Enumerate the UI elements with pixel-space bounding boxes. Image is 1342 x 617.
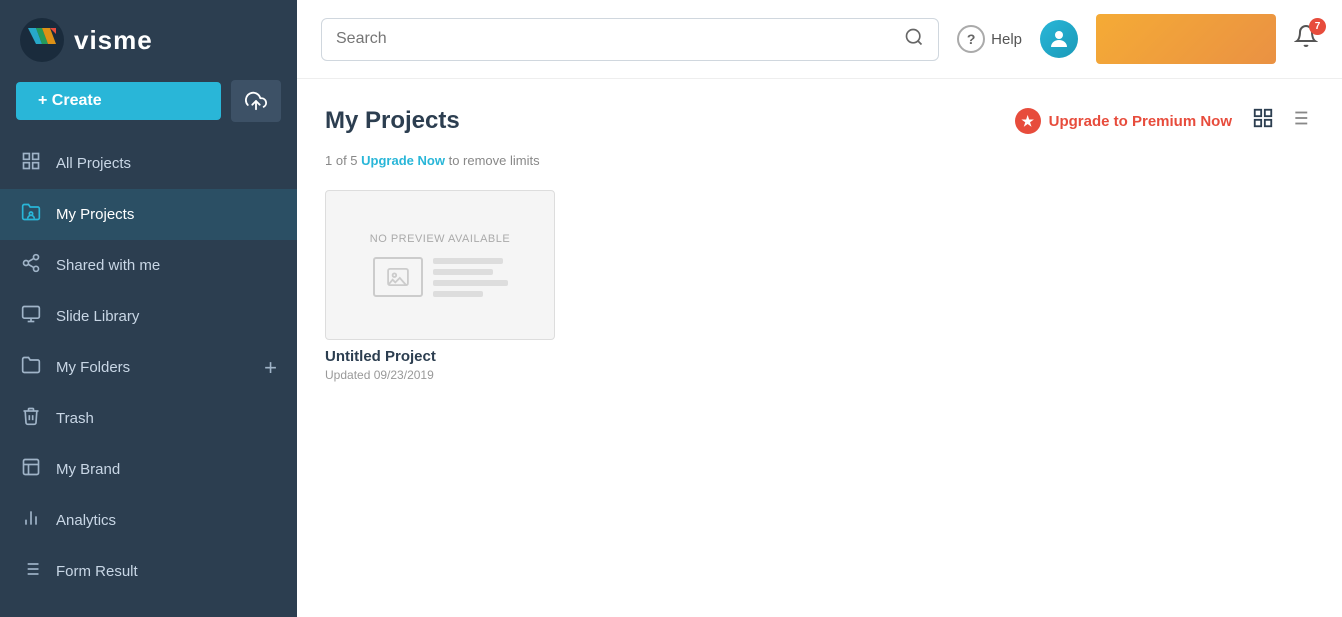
text-line <box>433 269 493 275</box>
trash-icon <box>20 406 42 431</box>
sidebar-item-my-folders[interactable]: My Folders + <box>0 342 297 393</box>
main-content: ? Help 7 My Projects ★ Upgrade to Premiu… <box>297 0 1342 617</box>
avatar[interactable] <box>1040 20 1078 58</box>
form-icon <box>20 559 42 584</box>
limit-text: 1 of 5 <box>325 153 358 168</box>
folder-icon <box>20 355 42 380</box>
header-right: ★ Upgrade to Premium Now <box>1015 103 1314 139</box>
sidebar-item-label: Form Result <box>56 563 138 580</box>
text-line <box>433 258 503 264</box>
avatar-icon <box>1047 27 1071 51</box>
sidebar-item-slide-library[interactable]: Slide Library <box>0 291 297 342</box>
sidebar: visme + Create All Projects My Projects <box>0 0 297 617</box>
sidebar-item-my-brand[interactable]: My Brand <box>0 444 297 495</box>
limit-suffix: to remove limits <box>449 153 540 168</box>
sidebar-item-label: My Projects <box>56 206 134 223</box>
upgrade-star-icon: ★ <box>1015 108 1041 134</box>
project-name: Untitled Project <box>325 348 555 365</box>
sidebar-item-shared-with-me[interactable]: Shared with me <box>0 240 297 291</box>
sidebar-item-label: Analytics <box>56 512 116 529</box>
sidebar-item-trash[interactable]: Trash <box>0 393 297 444</box>
upload-icon <box>245 90 267 112</box>
search-input[interactable] <box>336 30 894 48</box>
page-title: My Projects <box>325 107 460 135</box>
topbar: ? Help 7 <box>297 0 1342 79</box>
help-icon: ? <box>957 25 985 53</box>
sidebar-item-label: Shared with me <box>56 257 160 274</box>
notification-badge: 7 <box>1309 18 1326 35</box>
user-area-redacted <box>1096 14 1276 64</box>
project-date: Updated 09/23/2019 <box>325 368 555 382</box>
upgrade-button-label: Upgrade to Premium Now <box>1049 113 1232 130</box>
sidebar-item-analytics[interactable]: Analytics <box>0 495 297 546</box>
lines-placeholder <box>433 258 508 297</box>
preview-placeholder <box>373 257 508 297</box>
folder-user-icon <box>20 202 42 227</box>
sidebar-item-form-result[interactable]: Form Result <box>0 546 297 597</box>
subheader: 1 of 5 Upgrade Now to remove limits <box>325 153 1314 168</box>
add-folder-button[interactable]: + <box>264 357 277 379</box>
sidebar-item-label: All Projects <box>56 155 131 172</box>
upgrade-link[interactable]: Upgrade Now <box>361 153 445 168</box>
text-line <box>433 291 483 297</box>
visme-logo-icon <box>20 18 64 62</box>
view-toggle <box>1248 103 1314 139</box>
help-button[interactable]: ? Help <box>957 25 1022 53</box>
sidebar-item-label: Trash <box>56 410 94 427</box>
nav-list: All Projects My Projects Shared with me … <box>0 138 297 617</box>
brand-icon <box>20 457 42 482</box>
sidebar-item-my-projects[interactable]: My Projects <box>0 189 297 240</box>
sidebar-actions: + Create <box>0 80 297 138</box>
search-box[interactable] <box>321 18 939 61</box>
analytics-icon <box>20 508 42 533</box>
sidebar-item-label: My Brand <box>56 461 120 478</box>
share-icon <box>20 253 42 278</box>
project-card[interactable]: NO PREVIEW AVAILABLE Un <box>325 190 555 382</box>
grid-view-button[interactable] <box>1248 103 1278 139</box>
project-info: Untitled Project Updated 09/23/2019 <box>325 340 555 382</box>
notification-bell[interactable]: 7 <box>1294 24 1318 54</box>
logo-text: visme <box>74 25 153 56</box>
text-line <box>433 280 508 286</box>
projects-grid: NO PREVIEW AVAILABLE Un <box>325 190 1314 382</box>
logo-area: visme <box>0 0 297 80</box>
sidebar-item-all-projects[interactable]: All Projects <box>0 138 297 189</box>
grid-icon <box>20 151 42 176</box>
upgrade-button[interactable]: ★ Upgrade to Premium Now <box>1015 108 1232 134</box>
slides-icon <box>20 304 42 329</box>
sidebar-item-label: My Folders <box>56 359 130 376</box>
upload-button[interactable] <box>231 80 281 122</box>
content-header: My Projects ★ Upgrade to Premium Now <box>325 103 1314 139</box>
help-label: Help <box>991 31 1022 48</box>
grid-view-icon <box>1252 107 1274 129</box>
img-placeholder-icon <box>373 257 423 297</box>
list-view-icon <box>1288 107 1310 129</box>
content-area: My Projects ★ Upgrade to Premium Now 1 o… <box>297 79 1342 617</box>
project-thumbnail: NO PREVIEW AVAILABLE <box>325 190 555 340</box>
create-button[interactable]: + Create <box>16 82 221 120</box>
sidebar-item-label: Slide Library <box>56 308 139 325</box>
list-view-button[interactable] <box>1284 103 1314 139</box>
no-preview-text: NO PREVIEW AVAILABLE <box>370 233 510 245</box>
search-icon <box>904 27 924 52</box>
